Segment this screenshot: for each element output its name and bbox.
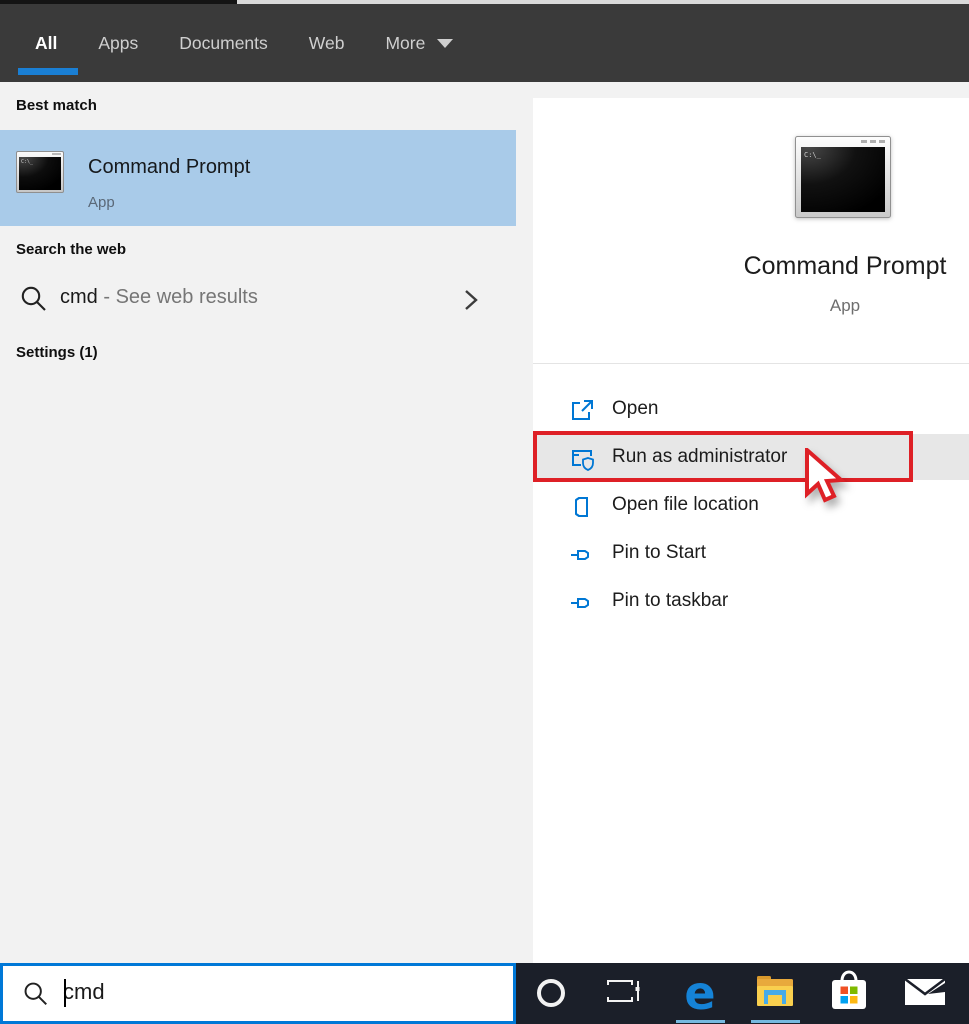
web-search-result[interactable]: cmd - See web results: [0, 278, 516, 324]
svg-text:C:\_: C:\_: [804, 151, 822, 159]
command-prompt-icon: C:\_: [16, 151, 64, 198]
tab-web[interactable]: Web: [309, 33, 345, 54]
tab-all[interactable]: All: [35, 33, 57, 54]
pin-icon: [570, 543, 594, 572]
search-filter-tabs: All Apps Documents Web More: [0, 4, 969, 82]
action-pin-to-taskbar[interactable]: Pin to taskbar: [533, 578, 969, 626]
divider: [533, 363, 969, 364]
text-caret: [64, 979, 66, 1007]
active-tab-indicator: [18, 68, 78, 75]
mail-icon: [903, 974, 947, 1013]
task-view-button[interactable]: [598, 967, 646, 1019]
settings-header: Settings (1): [16, 344, 98, 361]
store-icon: [829, 969, 869, 1018]
search-input-value: cmd: [63, 979, 105, 1005]
preview-panel: C:\_ Command Prompt App Open: [533, 98, 969, 963]
mail-button[interactable]: [901, 967, 949, 1019]
action-label: Pin to taskbar: [612, 590, 728, 612]
store-button[interactable]: [825, 967, 873, 1019]
cortana-icon: [537, 979, 565, 1007]
best-match-type: App: [88, 194, 115, 211]
results-panel: Best match C:\_: [0, 82, 516, 963]
action-label: Run as administrator: [612, 446, 787, 468]
command-prompt-icon: C:\_: [795, 136, 891, 223]
file-explorer-button[interactable]: [751, 967, 799, 1019]
open-icon: [570, 399, 594, 428]
running-indicator: [676, 1020, 725, 1023]
best-match-header: Best match: [16, 97, 97, 114]
edge-icon: e: [684, 971, 715, 1015]
preview-type: App: [830, 296, 860, 316]
svg-text:C:\_: C:\_: [21, 159, 34, 165]
cortana-button[interactable]: [527, 967, 575, 1019]
tab-apps[interactable]: Apps: [98, 33, 138, 54]
web-search-text: cmd - See web results: [60, 286, 258, 309]
search-web-header: Search the web: [16, 241, 126, 258]
action-open-file-location[interactable]: Open file location: [533, 482, 969, 530]
chevron-down-icon: [437, 39, 453, 48]
file-explorer-icon: [755, 974, 795, 1013]
action-label: Pin to Start: [612, 542, 706, 564]
best-match-title: Command Prompt: [88, 156, 250, 179]
taskbar-search-input[interactable]: cmd: [0, 963, 516, 1024]
running-indicator: [751, 1020, 800, 1023]
action-label: Open file location: [612, 494, 759, 516]
windows-search-flyout: All Apps Documents Web More Best match: [0, 0, 969, 1024]
tab-documents[interactable]: Documents: [179, 33, 268, 54]
file-location-icon: [570, 495, 594, 524]
best-match-result[interactable]: C:\_ Command Prompt App: [0, 130, 516, 226]
preview-title: Command Prompt: [744, 252, 947, 281]
run-as-admin-icon: [570, 447, 596, 478]
action-open[interactable]: Open: [533, 386, 969, 434]
chevron-right-icon[interactable]: [464, 288, 478, 317]
edge-button[interactable]: e: [676, 967, 724, 1019]
action-label: Open: [612, 398, 658, 420]
search-icon: [22, 980, 50, 1013]
pin-icon: [570, 591, 594, 620]
action-pin-to-start[interactable]: Pin to Start: [533, 530, 969, 578]
search-icon: [19, 284, 49, 319]
taskbar: e: [516, 963, 969, 1024]
tab-more[interactable]: More: [385, 33, 453, 54]
action-run-as-administrator[interactable]: Run as administrator: [533, 434, 969, 480]
task-view-icon: [602, 973, 642, 1014]
